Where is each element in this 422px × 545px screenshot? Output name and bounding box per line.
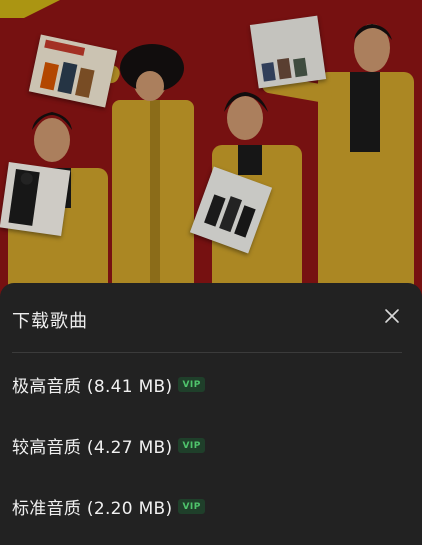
- sheet-title: 下载歌曲: [12, 311, 88, 332]
- download-sheet: 下载歌曲 极高音质 (8.41 MB) VIP 较高音质 (4.27 MB) V…: [0, 283, 422, 545]
- download-screen: 下载歌曲 极高音质 (8.41 MB) VIP 较高音质 (4.27 MB) V…: [0, 0, 422, 545]
- dim-overlay: [0, 0, 422, 300]
- quality-option-lossless[interactable]: 极高音质 (8.41 MB) VIP: [0, 360, 422, 408]
- sheet-header: 下载歌曲: [0, 283, 422, 353]
- quality-option-standard[interactable]: 标准音质 (2.20 MB) VIP: [0, 482, 422, 530]
- quality-option-label: 极高音质 (8.41 MB): [12, 376, 173, 397]
- quality-option-label: 标准音质 (2.20 MB): [12, 498, 173, 519]
- quality-option-high[interactable]: 较高音质 (4.27 MB) VIP: [0, 421, 422, 469]
- close-button[interactable]: [384, 308, 400, 324]
- sheet-divider: [12, 352, 402, 353]
- vip-badge: VIP: [178, 437, 205, 453]
- vip-badge: VIP: [178, 376, 205, 392]
- quality-option-label: 较高音质 (4.27 MB): [12, 437, 173, 458]
- vip-badge: VIP: [178, 498, 205, 514]
- album-cover-image: [0, 0, 422, 300]
- close-icon: [385, 309, 399, 323]
